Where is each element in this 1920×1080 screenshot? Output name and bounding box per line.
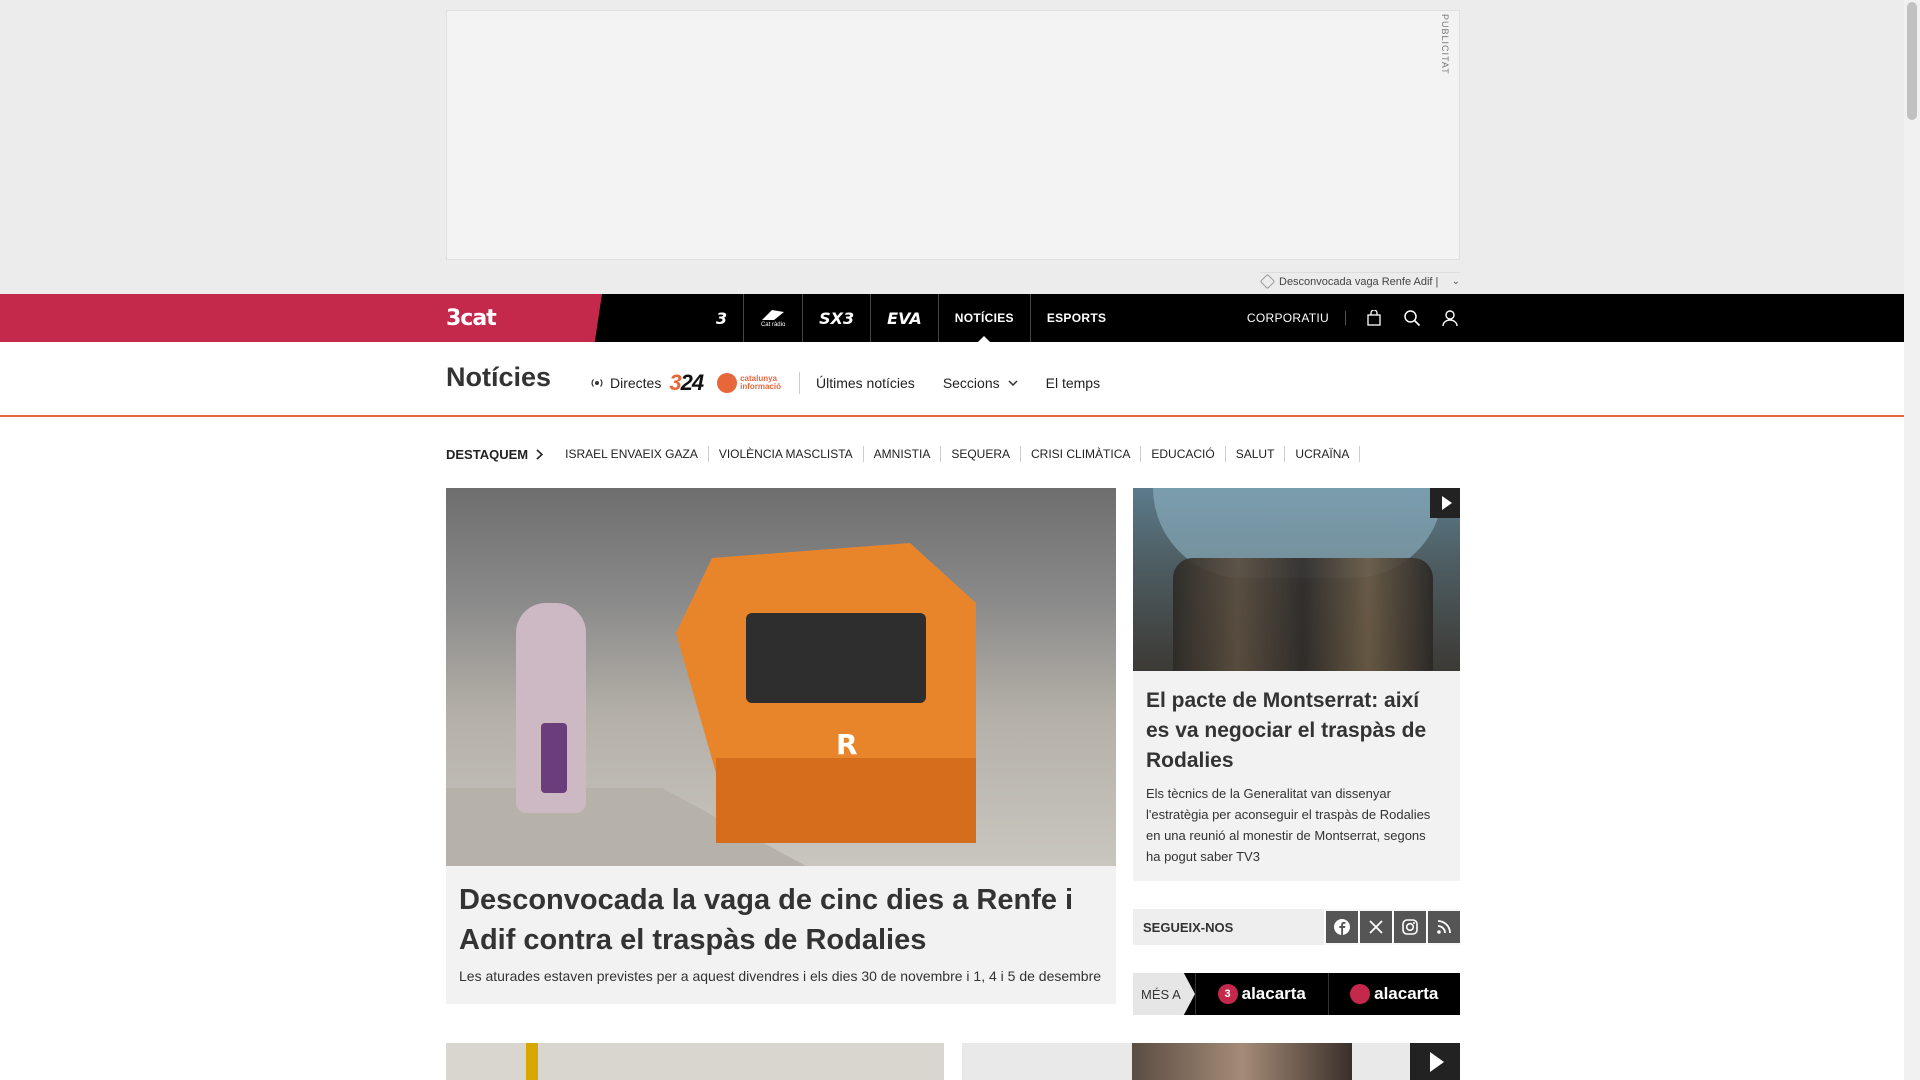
scrollbar[interactable]	[1904, 0, 1920, 1080]
channel-list: 3 Cat ràdio SX3 EVA NOTÍCIES ESPORTS	[700, 294, 1122, 342]
ad-label: PUBLICITAT	[1440, 14, 1450, 75]
brand-logo[interactable]: 3cat	[446, 306, 497, 331]
catradio-icon	[1350, 984, 1371, 1004]
tv3-alacarta-link[interactable]: 3 alacarta	[1195, 973, 1328, 1015]
side-article-subtitle: Els tècnics de la Generalitat van dissen…	[1146, 786, 1431, 864]
channel-eva[interactable]: EVA	[871, 294, 939, 342]
ad-zone: PUBLICITAT Desconvocada vaga Renfe Adif …	[0, 0, 1904, 294]
el-temps-link[interactable]: El temps	[1046, 375, 1100, 391]
shop-bag-icon[interactable]	[1364, 308, 1384, 328]
main-article-subtitle: Les aturades estaven previstes per a aqu…	[459, 968, 1102, 984]
teaser-image-figure	[526, 1043, 538, 1080]
chevron-down-icon[interactable]: ⌄	[1452, 276, 1460, 287]
channel-sx3[interactable]: SX3	[803, 294, 872, 342]
catradio-icon	[762, 310, 785, 320]
ultimes-noticies-link[interactable]: Últimes notícies	[816, 375, 915, 391]
play-icon	[1429, 1051, 1444, 1072]
chevron-down-icon	[1008, 380, 1018, 386]
catradio-label: Cat ràdio	[760, 322, 786, 328]
mes-a-bar: MÉS A 3 alacarta alacarta	[1133, 973, 1460, 1015]
channel-esports[interactable]: ESPORTS	[1031, 294, 1122, 342]
directes-link[interactable]: Directes	[590, 375, 661, 391]
corporatiu-link[interactable]: CORPORATIU	[1247, 311, 1346, 325]
live-icon	[591, 379, 603, 387]
train-front-shape	[716, 758, 976, 843]
section-menu: Directes 324 catalunya informació Últime…	[590, 370, 1128, 396]
tag-violencia[interactable]: VIOLÈNCIA MASCLISTA	[709, 446, 864, 462]
catinfo-text: catalunya informació	[740, 375, 781, 391]
rss-button[interactable]	[1426, 909, 1460, 945]
section-header: Notícies Directes 324 catalunya informac…	[0, 342, 1904, 417]
side-article[interactable]: El pacte de Montserrat: així es va negoc…	[1133, 488, 1460, 881]
video-badge	[1430, 488, 1460, 518]
rodalies-mark: R	[836, 728, 858, 761]
chevron-right-icon	[536, 448, 544, 460]
channel-tv3[interactable]: 3	[700, 294, 745, 342]
tag-salut[interactable]: SALUT	[1226, 446, 1286, 462]
facebook-icon	[1325, 911, 1358, 943]
suitcase-shape	[541, 723, 567, 793]
highlight-tags: DESTAQUEM ISRAEL ENVAEIX GAZA VIOLÈNCIA …	[446, 446, 1361, 462]
teaser-card[interactable]	[962, 1043, 1460, 1080]
catinfo-line2: informació	[740, 382, 781, 391]
tag-educacio[interactable]: EDUCACIÓ	[1141, 446, 1226, 462]
ad-banner[interactable]	[446, 10, 1460, 260]
seccions-label: Seccions	[942, 375, 1000, 391]
tv3-icon: 3	[1217, 984, 1238, 1004]
user-icon[interactable]	[1440, 308, 1460, 328]
x-icon	[1359, 911, 1392, 943]
logo-324-label: 24	[680, 370, 705, 395]
teaser-image-person	[1132, 1043, 1352, 1080]
brand-band	[0, 294, 602, 342]
channel-noticies[interactable]: NOTÍCIES	[939, 294, 1031, 342]
page: PUBLICITAT Desconvocada vaga Renfe Adif …	[0, 0, 1920, 1080]
directes-label: Directes	[610, 375, 662, 391]
instagram-button[interactable]	[1392, 909, 1426, 945]
teaser-card[interactable]	[446, 1043, 944, 1080]
main-article-title[interactable]: Desconvocada la vaga de cinc dies a Renf…	[459, 880, 1099, 960]
main-article-image[interactable]: R	[446, 488, 1116, 866]
divider	[799, 372, 800, 394]
video-badge	[1410, 1043, 1460, 1080]
train-window-shape	[746, 613, 926, 703]
tag-ucraina[interactable]: UCRAÏNA	[1285, 446, 1361, 462]
right-navigation: CORPORATIU	[1247, 294, 1460, 342]
logo-catalunya-informacio[interactable]: catalunya informació	[717, 373, 781, 393]
destaquem-text: DESTAQUEM	[446, 446, 529, 462]
catinfo-icon	[717, 373, 738, 393]
x-button[interactable]	[1358, 909, 1392, 945]
tag-israel[interactable]: ISRAEL ENVAEIX GAZA	[555, 446, 709, 462]
group-shape	[1173, 558, 1433, 671]
play-icon	[1441, 496, 1452, 510]
seccions-dropdown[interactable]: Seccions	[943, 375, 1018, 391]
mes-a-label: MÉS A	[1133, 973, 1195, 1015]
facebook-button[interactable]	[1324, 909, 1358, 945]
main-article[interactable]: R Desconvocada la vaga de cinc dies a Re…	[446, 488, 1116, 1004]
channel-catradio[interactable]: Cat ràdio	[744, 294, 804, 342]
search-icon[interactable]	[1402, 308, 1422, 328]
rss-icon	[1427, 911, 1460, 943]
tag-amnistia[interactable]: AMNISTIA	[864, 446, 942, 462]
ad-tagline[interactable]: Desconvocada vaga Renfe Adif | ⌄	[1259, 272, 1460, 290]
ad-tagline-text: Desconvocada vaga Renfe Adif |	[1279, 275, 1439, 288]
follow-bar: SEGUEIX-NOS	[1133, 909, 1460, 945]
instagram-icon	[1393, 911, 1426, 943]
tag-sequera[interactable]: SEQUERA	[941, 446, 1022, 462]
section-title[interactable]: Notícies	[446, 362, 551, 393]
catradio-alacarta-link[interactable]: alacarta	[1327, 973, 1461, 1015]
side-article-title[interactable]: El pacte de Montserrat: així es va negoc…	[1146, 686, 1446, 776]
side-article-image[interactable]	[1133, 488, 1460, 671]
tag-icon	[1259, 273, 1276, 290]
top-navigation: 3cat 3 Cat ràdio SX3 EVA NOTÍCIES ESPORT…	[0, 294, 1904, 342]
scrollbar-thumb[interactable]	[1907, 2, 1917, 120]
catradio-alacarta-label: alacarta	[1374, 984, 1439, 1003]
tv3-alacarta-label: alacarta	[1241, 984, 1306, 1003]
follow-label: SEGUEIX-NOS	[1143, 919, 1234, 935]
tag-crisi-climatica[interactable]: CRISI CLIMÀTICA	[1021, 446, 1142, 462]
logo-324[interactable]: 324	[669, 370, 705, 396]
destaquem-label[interactable]: DESTAQUEM	[446, 446, 544, 462]
